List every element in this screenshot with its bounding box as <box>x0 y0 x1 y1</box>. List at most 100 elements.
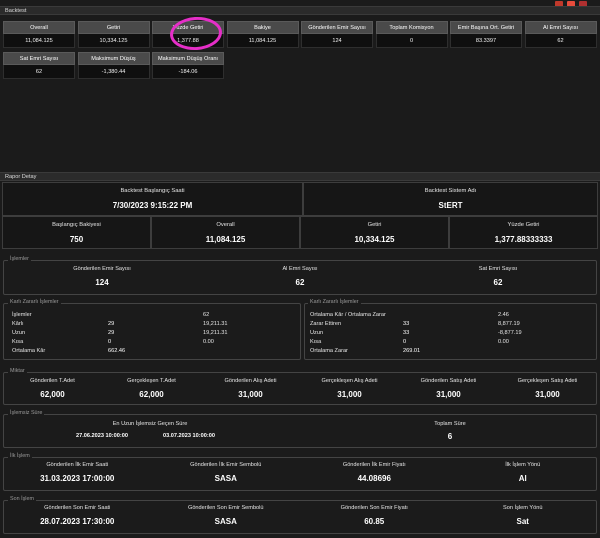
summary-value: 11,084.125 <box>205 235 246 244</box>
group-col-label: Gönderilen İlk Emir Fiyatı <box>342 462 406 468</box>
miktar-group <box>3 372 597 405</box>
karli-row-label: Uzun <box>12 330 26 336</box>
karli-row-label: Kısa <box>12 339 24 345</box>
group-col-label: Gerçekleşen Alış Adeti <box>321 378 378 384</box>
islemsiz-title: İşlemsiz Süre <box>8 410 45 416</box>
system-name-value: StERT <box>438 201 463 210</box>
karli-row-a: 0 <box>403 339 407 345</box>
group-col-label: Son İşlem Yönü <box>503 505 543 511</box>
karli-row-a: 269.01 <box>403 348 421 354</box>
group-col-value: 124 <box>95 278 109 287</box>
metric-tile-label: Overall <box>3 21 75 34</box>
summary-label: Başlangıç Bakiyesi <box>52 222 101 228</box>
group-col-value: 31.03.2023 17:00:00 <box>40 474 115 483</box>
metric-tile-label: Maksimum Düşüş Oranı <box>152 52 224 65</box>
group-col-label: İlk İşlem Yönü <box>505 462 541 468</box>
metric-tile-label: Maksimum Düşüş <box>77 52 150 65</box>
summary-value: 1,377.88333333 <box>494 235 553 244</box>
karli-row-label: İşlemler <box>12 312 32 318</box>
metric-tile-value: 0 <box>375 34 448 48</box>
group-col-value: SASA <box>214 517 237 526</box>
group-col-label: Sat Emri Sayısı <box>478 266 518 272</box>
karli-row-b: 0.00 <box>498 339 509 345</box>
karli-row-label: Uzun <box>310 330 324 336</box>
group-col-label: Gönderilen İlk Emir Sembolü <box>190 462 262 468</box>
group-col-value: Al <box>518 474 527 483</box>
group-col-label: Gerçekleşen T.Adet <box>127 378 176 384</box>
karli-row-a: 0 <box>108 339 112 345</box>
karli-row-label: Kârlı <box>12 321 24 327</box>
karli-row-label: Ortalama Kâr <box>12 348 46 354</box>
metric-tile-value: 10,334.125 <box>77 34 150 48</box>
karli-row-label: Kısa <box>310 339 322 345</box>
karli-row-a: 33 <box>403 330 410 336</box>
group-col-label: Gönderilen T.Adet <box>30 378 75 384</box>
metric-tile: Gönderilen Emir Sayısı 124 <box>301 21 373 49</box>
group-col-value: 62,000 <box>40 390 65 399</box>
summary-box: Yüzde Getiri 1,377.88333333 <box>449 216 598 249</box>
group-col-value: 62 <box>493 278 503 287</box>
metric-tile-value: 1,377.88 <box>152 34 224 48</box>
metric-tile: Al Emri Sayısı 62 <box>524 21 597 49</box>
metric-tile: Maksimum Düşüş Oranı -184.06 <box>152 52 224 80</box>
metric-tile: Yüzde Getiri 1,377.88 <box>152 21 224 49</box>
karli-row-b: 0.00 <box>203 339 214 345</box>
summary-label: Getiri <box>367 222 382 228</box>
karli-row-a: 33 <box>403 321 410 327</box>
idle-from-value: 27.06.2023 10:00:00 <box>76 433 128 439</box>
group-col-value: 44.08696 <box>357 474 391 483</box>
group-col-label: Gerçekleşen Satış Adeti <box>517 378 578 384</box>
metric-tile-label: Al Emri Sayısı <box>524 21 597 34</box>
group-col-label: Gönderilen Satış Adeti <box>420 378 477 384</box>
group-col-label: Gönderilen İlk Emir Saati <box>46 462 109 468</box>
group-col-value: 28.07.2023 17:30:00 <box>40 517 115 526</box>
karli-row-a: 29 <box>108 330 115 336</box>
group-col-value: 31,000 <box>238 390 263 399</box>
metric-tile: Getiri 10,334.125 <box>77 21 150 49</box>
metric-tile-value: -1,380.44 <box>77 65 150 79</box>
system-name-label: Backtest Sistem Adı <box>424 188 477 194</box>
start-time-box: Backtest Başlangıç Saati 7/30/2023 9:15:… <box>2 182 303 216</box>
islemsiz-group <box>3 414 597 448</box>
group-col-label: Gönderilen Son Emir Sembolü <box>187 505 264 511</box>
group-col-value: 62,000 <box>139 390 164 399</box>
group-col-value: 31,000 <box>337 390 362 399</box>
karli-row-b: 19,211.31 <box>203 330 228 336</box>
metric-tile-value: 62 <box>524 34 597 48</box>
group-col-value: Sat <box>516 517 529 526</box>
metric-tile-value: -184.06 <box>152 65 224 79</box>
metric-tile-value: 83.3397 <box>450 34 522 48</box>
summary-value: 750 <box>69 235 84 244</box>
karli-left-group <box>3 303 301 360</box>
metric-tile-value: 124 <box>301 34 373 48</box>
longest-idle-label: En Uzun İşlemsiz Geçen Süre <box>112 421 188 427</box>
summary-value: 10,334.125 <box>354 235 395 244</box>
summary-box: Getiri 10,334.125 <box>300 216 449 249</box>
summary-label: Yüzde Getiri <box>507 222 540 228</box>
karli-row-b: 2.46 <box>498 312 509 318</box>
metric-tile-value: 11,084.125 <box>3 34 75 48</box>
karli-left-title: Karlı Zararlı İşlemler <box>8 299 61 305</box>
start-time-label: Backtest Başlangıç Saati <box>120 188 185 194</box>
summary-label: Overall <box>216 222 235 228</box>
metric-tile-value: 11,084.125 <box>226 34 299 48</box>
metric-tile: Sat Emri Sayısı 62 <box>3 52 75 80</box>
start-time-value: 7/30/2023 9:15:22 PM <box>112 201 193 210</box>
metric-tile-label: Bakiye <box>226 21 299 34</box>
metric-tile-value: 62 <box>3 65 75 79</box>
karli-row-label: Ortalama Zarar <box>310 348 348 354</box>
metric-tile: Emir Başına Ort. Getiri 83.3397 <box>450 21 522 49</box>
metric-tile-label: Getiri <box>77 21 150 34</box>
karli-row-b: -8,877.19 <box>498 330 522 336</box>
karli-row-label: Ortalama Kâr / Ortalama Zarar <box>310 312 386 318</box>
group-col-value: SASA <box>214 474 237 483</box>
karli-row-a: 662.46 <box>108 348 126 354</box>
karli-row-b: 62 <box>203 312 210 318</box>
group-col-value: 31,000 <box>535 390 560 399</box>
karli-row-label: Zarar Ettiren <box>310 321 342 327</box>
group-col-label: Gönderilen Emir Sayısı <box>73 266 131 272</box>
total-duration-label: Toplam Süre <box>434 421 466 427</box>
metric-tile: Maksimum Düşüş -1,380.44 <box>77 52 150 80</box>
ilk-islem-title: İlk İşlem <box>8 453 32 459</box>
karli-row-a: 29 <box>108 321 115 327</box>
